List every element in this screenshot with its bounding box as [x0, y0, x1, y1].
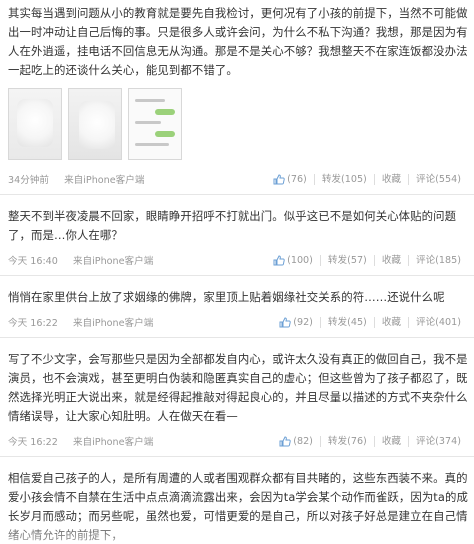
favorite-button[interactable]: 收藏 — [373, 173, 408, 185]
post-meta: 今天 16:40 来自iPhone客户端 (100) 转发(57) 收藏 评论(… — [8, 245, 468, 275]
post-time[interactable]: 今天 16:22 — [8, 318, 58, 329]
comment-button[interactable]: 评论(374) — [408, 435, 468, 447]
post-time[interactable]: 今天 16:22 — [8, 437, 58, 448]
post-meta: 今天 16:22 来自iPhone客户端 (92) 转发(45) 收藏 评论(4… — [8, 307, 468, 337]
thumbs-up-icon — [279, 316, 291, 327]
thumbs-up-icon — [279, 435, 291, 446]
post-actions: (76) 转发(105) 收藏 评论(554) — [266, 173, 468, 185]
post-image-thumbnail[interactable] — [128, 88, 182, 160]
feed-post: 写了不少文字，会写那些只是因为全部都发自内心，或许太久没有真正的做回自己，我不是… — [0, 338, 474, 457]
post-images — [8, 88, 468, 160]
post-image-thumbnail[interactable] — [68, 88, 122, 160]
like-button[interactable]: (76) — [266, 174, 314, 185]
like-count: (100) — [287, 254, 313, 266]
post-source[interactable]: 来自iPhone客户端 — [73, 437, 153, 448]
repost-button[interactable]: 转发(45) — [319, 316, 374, 328]
thumbs-up-icon — [273, 173, 285, 184]
repost-button[interactable]: 转发(105) — [313, 173, 374, 185]
post-text: 其实每当遇到问题从小的教育就是要先自我检讨，更何况有了小孩的前提下，当然不可能做… — [8, 6, 468, 77]
feed-post: 其实每当遇到问题从小的教育就是要先自我检讨，更何况有了小孩的前提下，当然不可能做… — [0, 0, 474, 195]
post-actions: (92) 转发(45) 收藏 评论(401) — [272, 316, 468, 328]
post-text: 整天不到半夜凌晨不回家，眼睛睁开招呼不打就出门。似乎这已不是如何关心体贴的问题了… — [8, 209, 457, 242]
like-count: (92) — [293, 316, 313, 328]
comment-button[interactable]: 评论(185) — [408, 254, 468, 266]
post-actions: (100) 转发(57) 收藏 评论(185) — [266, 254, 468, 266]
like-count: (76) — [287, 173, 307, 185]
post-time[interactable]: 34分钟前 — [8, 175, 49, 186]
post-meta: 34分钟前 来自iPhone客户端 (76) 转发(105) 收藏 评论(554… — [8, 164, 468, 194]
feed-post: 悄悄在家里供台上放了求姻缘的佛牌，家里顶上贴着姻缘社交关系的符……还说什么呢 今… — [0, 276, 474, 338]
like-count: (82) — [293, 435, 313, 447]
post-meta: 今天 16:22 来自iPhone客户端 (82) 转发(76) 收藏 评论(3… — [8, 426, 468, 456]
comment-button[interactable]: 评论(401) — [408, 316, 468, 328]
favorite-button[interactable]: 收藏 — [373, 254, 408, 266]
post-text: 相信爱自己孩子的人，是所有周遭的人或者围观群众都有目共睹的，这些东西装不来。真的… — [8, 471, 468, 542]
post-image-thumbnail[interactable] — [8, 88, 62, 160]
repost-button[interactable]: 转发(57) — [319, 254, 374, 266]
repost-button[interactable]: 转发(76) — [319, 435, 374, 447]
post-text: 悄悄在家里供台上放了求姻缘的佛牌，家里顶上贴着姻缘社交关系的符……还说什么呢 — [8, 290, 445, 304]
post-time[interactable]: 今天 16:40 — [8, 256, 58, 267]
like-button[interactable]: (82) — [272, 436, 320, 447]
favorite-button[interactable]: 收藏 — [373, 316, 408, 328]
feed-post: 相信爱自己孩子的人，是所有周遭的人或者围观群众都有目共睹的，这些东西装不来。真的… — [0, 457, 474, 544]
favorite-button[interactable]: 收藏 — [373, 435, 408, 447]
comment-button[interactable]: 评论(554) — [408, 173, 468, 185]
like-button[interactable]: (100) — [266, 255, 320, 266]
like-button[interactable]: (92) — [272, 317, 320, 328]
post-source[interactable]: 来自iPhone客户端 — [73, 256, 153, 267]
feed-post: 整天不到半夜凌晨不回家，眼睛睁开招呼不打就出门。似乎这已不是如何关心体贴的问题了… — [0, 195, 474, 276]
post-actions: (82) 转发(76) 收藏 评论(374) — [272, 435, 468, 447]
post-text: 写了不少文字，会写那些只是因为全部都发自内心，或许太久没有真正的做回自己，我不是… — [8, 352, 468, 423]
weibo-feed: 其实每当遇到问题从小的教育就是要先自我检讨，更何况有了小孩的前提下，当然不可能做… — [0, 0, 474, 544]
post-source[interactable]: 来自iPhone客户端 — [73, 318, 153, 329]
post-source[interactable]: 来自iPhone客户端 — [64, 175, 144, 186]
thumbs-up-icon — [273, 254, 285, 265]
